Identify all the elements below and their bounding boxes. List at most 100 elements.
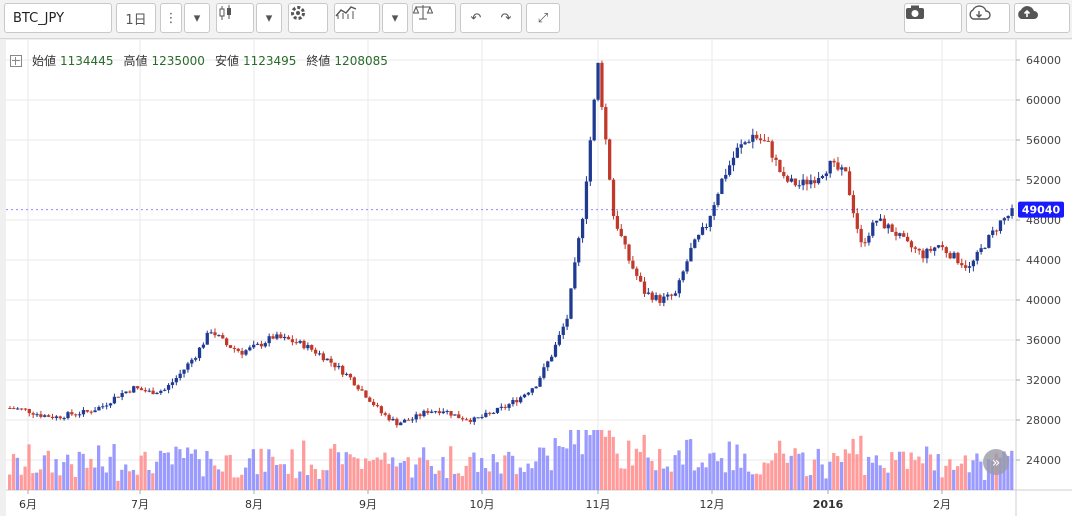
volume-bar (54, 459, 58, 490)
candle-body (74, 414, 78, 416)
volume-bar (197, 459, 201, 490)
undo-icon[interactable]: ↶ (471, 11, 482, 26)
candle-body (286, 336, 291, 340)
candle-body (960, 263, 964, 266)
candle-body (921, 250, 925, 259)
candle-body (259, 343, 264, 347)
volume-bar (116, 480, 120, 490)
volume-bar (158, 450, 163, 490)
volume-bar (727, 441, 731, 490)
candle-body (573, 262, 577, 289)
volume-bar (812, 459, 817, 490)
candle-body (356, 385, 360, 390)
volume-bar (302, 440, 306, 490)
volume-bar (901, 451, 906, 490)
volume-bar (921, 463, 925, 490)
volume-bar (511, 455, 515, 490)
candle-body (221, 335, 225, 339)
candle-body (449, 410, 453, 416)
volume-bar (433, 473, 437, 490)
close-value: 1208085 (334, 53, 388, 68)
candle-body (507, 404, 511, 408)
candle-body (360, 389, 364, 391)
price-chart[interactable]: 64000 60000 56000 52000 48000 44000 40000 36000… (6, 40, 1072, 516)
candle-body (224, 338, 229, 346)
volume-bar (147, 469, 151, 490)
volume-bar (549, 470, 553, 490)
volume-bar (468, 456, 472, 490)
volume-bar (692, 470, 697, 490)
volume-bar (155, 461, 159, 490)
caret-down-icon[interactable]: ▾ (256, 3, 282, 33)
candle-body (472, 417, 476, 422)
candle-body (23, 408, 28, 410)
chart-canvas[interactable]: 6400060000560005200048000440004000036000… (6, 40, 1072, 516)
candle-body (998, 220, 1003, 231)
symbol-input[interactable]: BTC_JPY (4, 3, 112, 33)
candle-body (1006, 215, 1010, 219)
candle-body (905, 236, 910, 242)
fullscreen-icon[interactable]: ⤢ (526, 3, 560, 33)
volume-bar (449, 446, 453, 490)
compare-scale-icon[interactable] (412, 3, 456, 33)
volume-bar (592, 430, 596, 490)
candle-body (689, 247, 693, 262)
cloud-upload-icon[interactable] (1014, 3, 1070, 33)
volume-bar (77, 451, 81, 490)
volume-bar (19, 474, 23, 490)
candle-body (994, 230, 999, 232)
candlestick-icon[interactable] (216, 3, 254, 33)
volume-bar (774, 453, 778, 490)
volume-bar (627, 440, 631, 490)
volume-bar (777, 440, 782, 490)
caret-down-icon[interactable]: ▾ (382, 3, 408, 33)
candle-body (561, 326, 565, 335)
candle-body (372, 401, 376, 406)
volume-bar (418, 457, 422, 490)
candle-body (391, 418, 395, 421)
candle-body (580, 218, 585, 239)
candle-body (511, 400, 515, 405)
candle-body (816, 178, 821, 184)
x-tick-label: 2月 (933, 498, 951, 511)
indicators-icon[interactable] (334, 3, 380, 33)
volume-bar (677, 450, 681, 490)
candle-body (255, 343, 260, 345)
volume-bar (948, 459, 952, 490)
more-vert-icon[interactable]: ⋮ (160, 3, 182, 33)
candle-body (116, 396, 120, 398)
redo-icon[interactable]: ↷ (501, 11, 512, 26)
candle-body (673, 293, 678, 296)
volume-bar (801, 452, 805, 490)
volume-bar (201, 476, 205, 490)
interval-button[interactable]: 1日 (116, 3, 156, 33)
volume-bar (321, 470, 325, 490)
high-label: 高値 (123, 54, 148, 68)
volume-bar (866, 456, 871, 490)
volume-bar (267, 449, 271, 490)
volume-bar (441, 456, 445, 490)
candle-body (801, 179, 805, 186)
gear-icon[interactable] (288, 3, 328, 33)
volume-bar (696, 467, 700, 490)
candle-body (182, 369, 186, 374)
candle-body (464, 419, 469, 421)
candle-body (693, 239, 697, 248)
candle-body (600, 62, 604, 108)
candle-body (530, 388, 534, 393)
candlestick-glyph (219, 5, 231, 20)
camera-icon[interactable] (904, 3, 962, 33)
cloud-download-icon[interactable] (966, 3, 1010, 33)
volume-bar (580, 454, 584, 490)
expand-legend-icon[interactable] (10, 54, 22, 67)
candle-body (832, 160, 836, 163)
candle-body (325, 358, 329, 361)
volume-bar (847, 453, 851, 490)
caret-down-icon[interactable]: ▾ (184, 3, 210, 33)
candle-body (155, 392, 159, 395)
x-tick-label: 12月 (700, 498, 725, 511)
candle-body (584, 181, 589, 219)
x-tick-label: 6月 (19, 498, 37, 511)
candle-body (329, 358, 333, 363)
candle-body (766, 140, 770, 142)
